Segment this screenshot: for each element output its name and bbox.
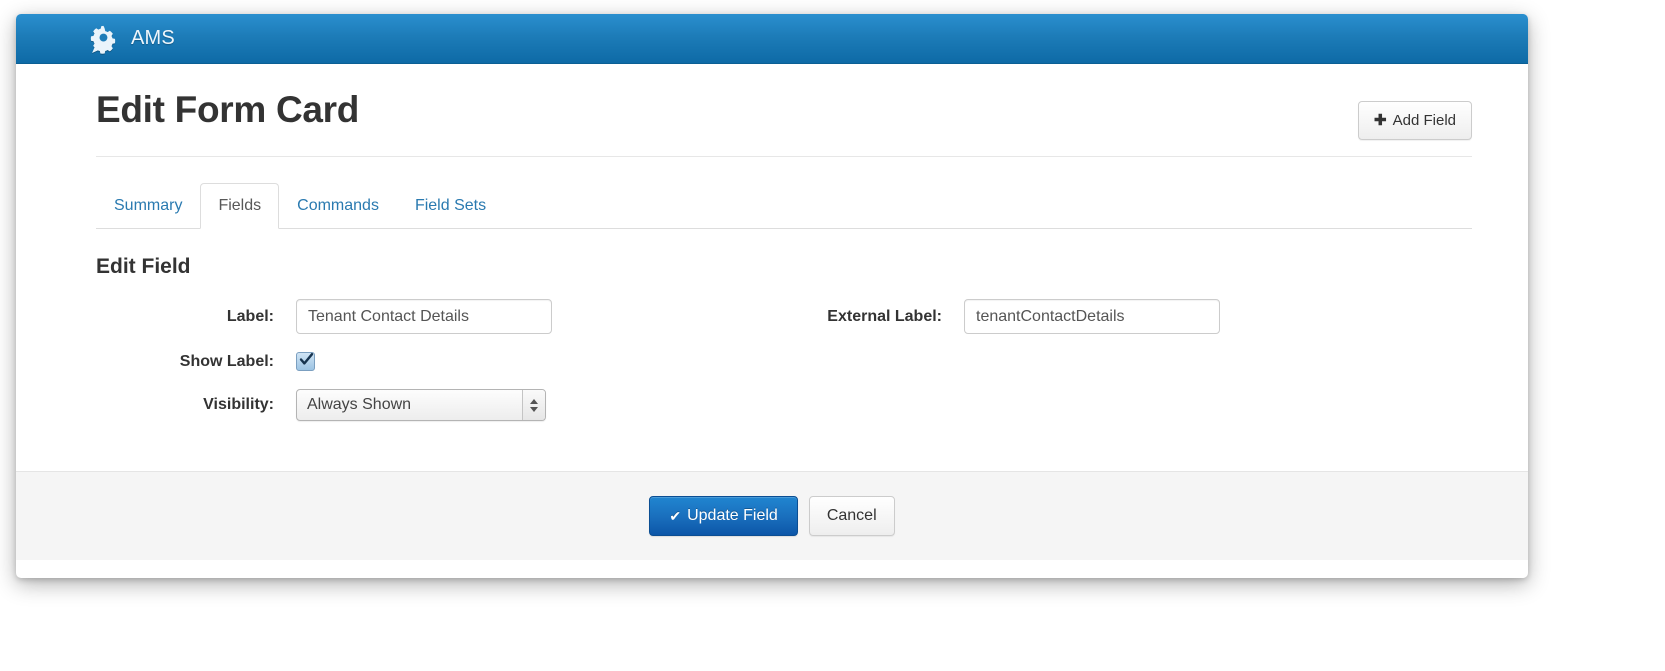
visibility-row: Visibility: Always Shown bbox=[96, 389, 784, 422]
form-footer: ✔ Update Field Cancel bbox=[16, 471, 1528, 561]
edit-field-form: Label: Show Label: Visibility: bbox=[96, 299, 1472, 439]
show-label-checkbox[interactable] bbox=[296, 352, 315, 372]
external-label-field-label: External Label: bbox=[827, 307, 942, 325]
add-field-button-label: Add Field bbox=[1392, 112, 1456, 129]
navbar: AMS bbox=[16, 14, 1528, 64]
form-column-left: Label: Show Label: Visibility: bbox=[96, 299, 784, 439]
show-label-row: Show Label: bbox=[96, 352, 784, 372]
tab-commands-link[interactable]: Commands bbox=[279, 183, 397, 229]
gear-speech-bubble-icon bbox=[88, 24, 118, 54]
tab-summary[interactable]: Summary bbox=[96, 183, 200, 229]
tab-commands[interactable]: Commands bbox=[279, 183, 397, 229]
visibility-select-stepper[interactable] bbox=[522, 390, 545, 421]
chevron-up-icon bbox=[530, 398, 538, 404]
chevron-down-icon bbox=[530, 406, 538, 412]
check-icon: ✔ bbox=[669, 508, 682, 525]
screen-root: AMS Edit Form Card ✚ Add Field Summary F… bbox=[0, 0, 1665, 671]
update-field-button[interactable]: ✔ Update Field bbox=[649, 496, 798, 537]
section-title: Edit Field bbox=[96, 255, 191, 279]
check-icon bbox=[299, 353, 314, 365]
cancel-button-label: Cancel bbox=[826, 507, 877, 525]
page-header: Edit Form Card ✚ Add Field bbox=[96, 64, 1472, 157]
tab-field-sets[interactable]: Field Sets bbox=[397, 183, 504, 229]
app-window: AMS Edit Form Card ✚ Add Field Summary F… bbox=[16, 14, 1528, 578]
page-title: Edit Form Card bbox=[96, 89, 360, 130]
cancel-button[interactable]: Cancel bbox=[808, 496, 895, 537]
tab-list: Summary Fields Commands Field Sets bbox=[96, 183, 1472, 230]
label-input[interactable] bbox=[296, 299, 552, 335]
tab-fields-link[interactable]: Fields bbox=[200, 183, 280, 230]
plus-icon: ✚ bbox=[1374, 112, 1387, 129]
brand-link[interactable]: AMS bbox=[88, 24, 175, 54]
external-label-input[interactable] bbox=[964, 299, 1220, 335]
visibility-select-value: Always Shown bbox=[307, 396, 412, 414]
visibility-select[interactable]: Always Shown bbox=[296, 389, 546, 422]
tab-field-sets-link[interactable]: Field Sets bbox=[397, 183, 504, 229]
add-field-button[interactable]: ✚ Add Field bbox=[1358, 101, 1472, 140]
tab-summary-link[interactable]: Summary bbox=[96, 183, 200, 229]
brand-label: AMS bbox=[131, 27, 175, 49]
page-content: Edit Form Card ✚ Add Field Summary Field… bbox=[16, 64, 1528, 439]
update-field-button-label: Update Field bbox=[687, 507, 778, 525]
external-label-row: External Label: bbox=[784, 299, 1472, 335]
form-column-right: External Label: bbox=[784, 299, 1472, 439]
tab-fields[interactable]: Fields bbox=[200, 183, 280, 230]
show-label-field-label: Show Label: bbox=[179, 352, 274, 370]
label-row: Label: bbox=[96, 299, 784, 335]
visibility-field-label: Visibility: bbox=[203, 396, 274, 414]
label-field-label: Label: bbox=[226, 307, 274, 325]
